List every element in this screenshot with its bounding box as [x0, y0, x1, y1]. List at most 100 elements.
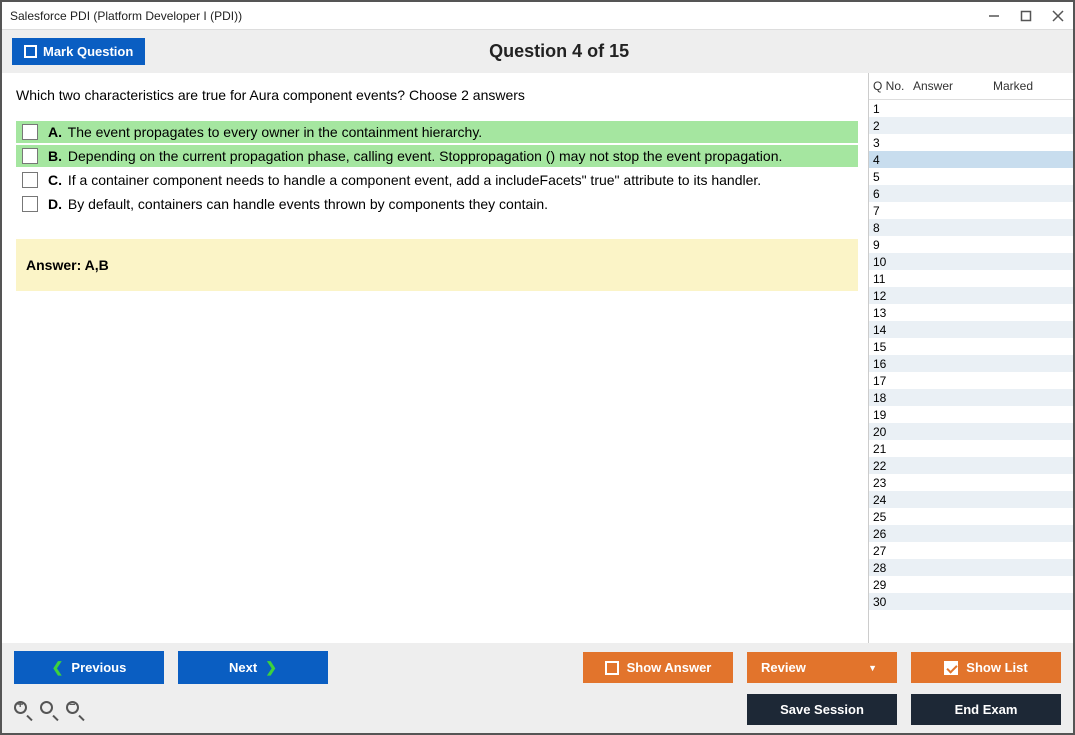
question-list-row[interactable]: 3 — [869, 134, 1073, 151]
show-list-label: Show List — [966, 660, 1027, 675]
zoom-out-icon[interactable]: − — [66, 701, 84, 719]
show-answer-button[interactable]: Show Answer — [583, 652, 733, 683]
question-list-row[interactable]: 7 — [869, 202, 1073, 219]
option-checkbox[interactable] — [22, 196, 38, 212]
zoom-in-icon[interactable]: + — [14, 701, 32, 719]
question-list-row[interactable]: 6 — [869, 185, 1073, 202]
zoom-reset-icon[interactable] — [40, 701, 58, 719]
question-list-row[interactable]: 15 — [869, 338, 1073, 355]
titlebar: Salesforce PDI (Platform Developer I (PD… — [2, 2, 1073, 30]
qno-cell: 17 — [873, 374, 913, 388]
question-list-row[interactable]: 27 — [869, 542, 1073, 559]
question-list-row[interactable]: 25 — [869, 508, 1073, 525]
question-list-row[interactable]: 2 — [869, 117, 1073, 134]
mark-checkbox-icon — [24, 45, 37, 58]
qno-cell: 20 — [873, 425, 913, 439]
option-row[interactable]: C. If a container component needs to han… — [16, 169, 858, 191]
previous-label: Previous — [71, 660, 126, 675]
qno-cell: 27 — [873, 544, 913, 558]
close-button[interactable] — [1051, 9, 1065, 23]
question-list-row[interactable]: 4 — [869, 151, 1073, 168]
question-list-row[interactable]: 11 — [869, 270, 1073, 287]
qno-cell: 15 — [873, 340, 913, 354]
qno-cell: 19 — [873, 408, 913, 422]
qno-cell: 24 — [873, 493, 913, 507]
question-list-row[interactable]: 26 — [869, 525, 1073, 542]
save-session-label: Save Session — [780, 702, 864, 717]
question-list-row[interactable]: 10 — [869, 253, 1073, 270]
end-exam-label: End Exam — [955, 702, 1018, 717]
question-list-row[interactable]: 5 — [869, 168, 1073, 185]
show-list-button[interactable]: Show List — [911, 652, 1061, 683]
window-title: Salesforce PDI (Platform Developer I (PD… — [10, 9, 987, 23]
answer-label: Answer: A,B — [26, 257, 109, 273]
qno-cell: 14 — [873, 323, 913, 337]
question-content: Which two characteristics are true for A… — [2, 73, 868, 643]
qno-cell: 6 — [873, 187, 913, 201]
option-text: A. The event propagates to every owner i… — [48, 124, 482, 140]
option-checkbox[interactable] — [22, 172, 38, 188]
chevron-left-icon: ❮ — [52, 659, 64, 676]
question-list-row[interactable]: 8 — [869, 219, 1073, 236]
question-list-row[interactable]: 21 — [869, 440, 1073, 457]
option-row[interactable]: D. By default, containers can handle eve… — [16, 193, 858, 215]
previous-button[interactable]: ❮ Previous — [14, 651, 164, 684]
answer-box: Answer: A,B — [16, 239, 858, 291]
qno-cell: 22 — [873, 459, 913, 473]
qno-cell: 1 — [873, 102, 913, 116]
question-list-panel: Q No. Answer Marked 12345678910111213141… — [868, 73, 1073, 643]
qno-cell: 11 — [873, 272, 913, 286]
qno-cell: 9 — [873, 238, 913, 252]
maximize-button[interactable] — [1019, 9, 1033, 23]
qno-cell: 4 — [873, 153, 913, 167]
question-list-row[interactable]: 12 — [869, 287, 1073, 304]
question-list-row[interactable]: 19 — [869, 406, 1073, 423]
review-button[interactable]: Review ▼ — [747, 652, 897, 683]
question-list-row[interactable]: 24 — [869, 491, 1073, 508]
minimize-button[interactable] — [987, 9, 1001, 23]
qno-cell: 26 — [873, 527, 913, 541]
qno-cell: 13 — [873, 306, 913, 320]
question-list-row[interactable]: 1 — [869, 100, 1073, 117]
col-answer: Answer — [913, 79, 993, 93]
qno-cell: 12 — [873, 289, 913, 303]
qno-cell: 3 — [873, 136, 913, 150]
question-list-row[interactable]: 29 — [869, 576, 1073, 593]
qno-cell: 28 — [873, 561, 913, 575]
question-list-header: Q No. Answer Marked — [869, 73, 1073, 100]
option-text: B. Depending on the current propagation … — [48, 148, 782, 164]
qno-cell: 30 — [873, 595, 913, 609]
qno-cell: 23 — [873, 476, 913, 490]
question-list-row[interactable]: 13 — [869, 304, 1073, 321]
qno-cell: 8 — [873, 221, 913, 235]
question-list-row[interactable]: 23 — [869, 474, 1073, 491]
question-list-row[interactable]: 20 — [869, 423, 1073, 440]
qno-cell: 16 — [873, 357, 913, 371]
next-button[interactable]: Next ❯ — [178, 651, 328, 684]
end-exam-button[interactable]: End Exam — [911, 694, 1061, 725]
option-row[interactable]: B. Depending on the current propagation … — [16, 145, 858, 167]
qno-cell: 2 — [873, 119, 913, 133]
question-list-row[interactable]: 30 — [869, 593, 1073, 610]
question-list-row[interactable]: 9 — [869, 236, 1073, 253]
question-list-row[interactable]: 16 — [869, 355, 1073, 372]
question-list-row[interactable]: 14 — [869, 321, 1073, 338]
option-text: C. If a container component needs to han… — [48, 172, 761, 188]
qno-cell: 18 — [873, 391, 913, 405]
chevron-right-icon: ❯ — [265, 659, 277, 676]
option-checkbox[interactable] — [22, 124, 38, 140]
save-session-button[interactable]: Save Session — [747, 694, 897, 725]
option-row[interactable]: A. The event propagates to every owner i… — [16, 121, 858, 143]
option-checkbox[interactable] — [22, 148, 38, 164]
show-answer-checkbox-icon — [605, 661, 619, 675]
question-list-row[interactable]: 22 — [869, 457, 1073, 474]
question-list[interactable]: 1234567891011121314151617181920212223242… — [869, 100, 1073, 643]
option-text: D. By default, containers can handle eve… — [48, 196, 548, 212]
col-qno: Q No. — [873, 79, 913, 93]
question-list-row[interactable]: 17 — [869, 372, 1073, 389]
qno-cell: 29 — [873, 578, 913, 592]
review-label: Review — [761, 660, 806, 675]
question-list-row[interactable]: 18 — [869, 389, 1073, 406]
qno-cell: 10 — [873, 255, 913, 269]
question-list-row[interactable]: 28 — [869, 559, 1073, 576]
